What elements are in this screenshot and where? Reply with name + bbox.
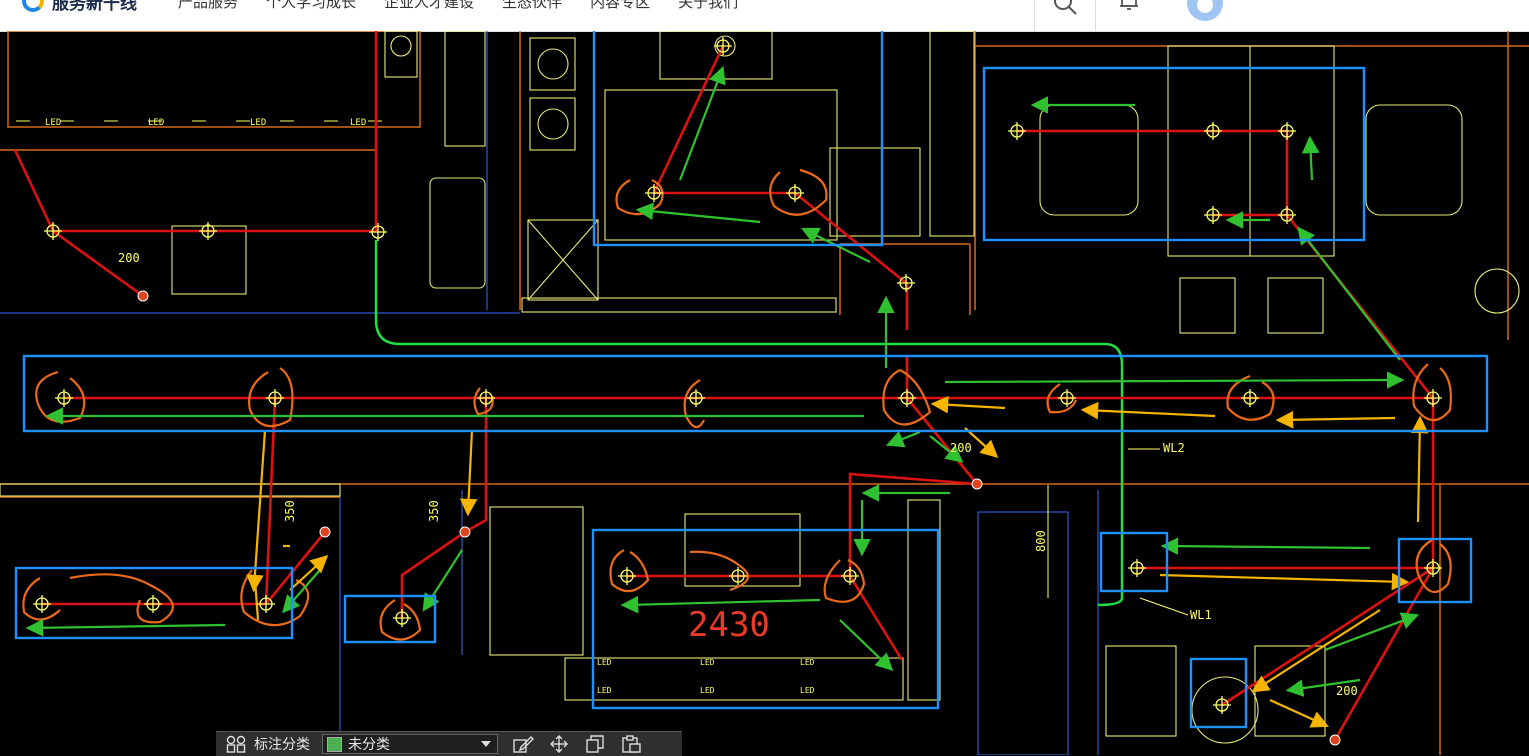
nav-item-content[interactable]: 内容专区 xyxy=(590,0,650,12)
dimension-2430: 2430 xyxy=(688,605,770,645)
led-label: LED xyxy=(597,686,612,695)
markup-loops: 2430 xyxy=(22,168,1452,645)
led-label: LED xyxy=(700,658,715,667)
category-icon[interactable] xyxy=(224,735,248,753)
site-logo[interactable]: 服务新干线 xyxy=(22,0,137,14)
category-label: 标注分类 xyxy=(254,736,310,752)
nav-item-partners[interactable]: 生态伙伴 xyxy=(502,0,562,12)
led-label: LED xyxy=(597,658,612,667)
dim-label: 350 xyxy=(427,500,441,522)
dim-label: 350 xyxy=(283,500,297,522)
top-navigation-bar: 服务新干线 产品服务 个人学习成长 企业人才建设 生态伙伴 内容专区 关于我们 xyxy=(0,0,1529,32)
led-label: LED xyxy=(700,686,715,695)
blue-wall-lines xyxy=(0,31,1099,755)
led-label: LED xyxy=(148,118,164,128)
selected-category: 未分类 xyxy=(348,736,390,752)
copy-icon[interactable] xyxy=(584,735,606,753)
arrows-green xyxy=(25,65,1420,697)
led-label: LED xyxy=(800,658,815,667)
divider xyxy=(1095,0,1096,31)
led-label: LED xyxy=(45,118,61,128)
category-select[interactable]: 未分类 xyxy=(322,734,498,754)
dim-label: 200 xyxy=(1336,684,1358,698)
annotation-box[interactable] xyxy=(982,66,1366,242)
chevron-down-icon xyxy=(481,741,491,747)
logo-icon xyxy=(22,0,44,12)
main-nav: 产品服务 个人学习成长 企业人才建设 生态伙伴 内容专区 关于我们 xyxy=(178,0,738,12)
logo-text: 服务新干线 xyxy=(52,0,137,14)
wire-path-green xyxy=(374,240,1124,607)
led-label: LED xyxy=(350,118,366,128)
nav-item-about[interactable]: 关于我们 xyxy=(678,0,738,12)
switch-markers xyxy=(137,290,1341,746)
category-color-swatch xyxy=(327,736,342,752)
annotation-box[interactable] xyxy=(592,31,884,247)
dim-label: 800 xyxy=(1034,530,1048,552)
annotation-toolbar: 标注分类 未分类 xyxy=(216,731,682,756)
bell-icon[interactable] xyxy=(1118,0,1140,12)
toolbar-tools xyxy=(512,735,642,753)
annotation-box[interactable] xyxy=(1099,531,1169,593)
paste-icon[interactable] xyxy=(620,735,642,753)
search-icon[interactable] xyxy=(1052,0,1078,16)
wire-label-wl1: WL1 xyxy=(1190,608,1212,622)
wire-label-wl2: WL2 xyxy=(1163,441,1185,455)
dim-label: 200 xyxy=(950,441,972,455)
move-icon[interactable] xyxy=(548,735,570,753)
nav-item-products[interactable]: 产品服务 xyxy=(178,0,238,12)
led-strip-bottom: LED LED LED LED LED LED xyxy=(597,658,815,695)
annotation-box[interactable] xyxy=(1189,657,1248,729)
nav-item-enterprise[interactable]: 企业人才建设 xyxy=(384,0,474,12)
led-label: LED xyxy=(800,686,815,695)
divider xyxy=(1034,0,1035,31)
avatar[interactable] xyxy=(1187,0,1223,21)
led-label: LED xyxy=(250,118,266,128)
dim-label: 200 xyxy=(118,251,140,265)
cad-drawing-canvas[interactable]: LED LED LED LED LED LED LED LED LED LED xyxy=(0,31,1529,755)
nav-item-learning[interactable]: 个人学习成长 xyxy=(266,0,356,12)
edit-icon[interactable] xyxy=(512,735,534,753)
annotation-box[interactable] xyxy=(22,354,1489,433)
